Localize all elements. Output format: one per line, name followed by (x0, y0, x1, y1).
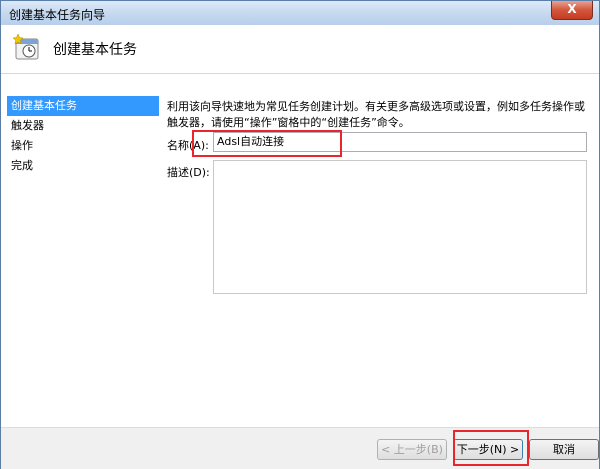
wizard-nav: 创建基本任务 触发器 操作 完成 (7, 96, 159, 176)
name-label: 名称(A): (167, 139, 209, 152)
cancel-button[interactable]: 取消 (529, 439, 599, 460)
nav-item-action[interactable]: 操作 (7, 136, 159, 156)
scheduled-task-wizard-icon (13, 33, 39, 60)
name-input[interactable]: Adsl自动连接 (213, 132, 587, 152)
close-button[interactable]: X (551, 1, 593, 20)
nav-item-trigger[interactable]: 触发器 (7, 116, 159, 136)
wizard-window: 创建基本任务向导 X 创建基本任务 创建基本任务 触发器 操作 完成 利用该向导… (0, 0, 600, 469)
wizard-description: 利用该向导快速地为常见任务创建计划。有关更多高级选项或设置，例如多任务操作或触发… (167, 100, 585, 129)
nav-item-finish[interactable]: 完成 (7, 156, 159, 176)
next-button[interactable]: 下一步(N) > (453, 439, 523, 460)
wizard-content: 创建基本任务 触发器 操作 完成 利用该向导快速地为常见任务创建计划。有关更多高… (1, 74, 599, 427)
window-title: 创建基本任务向导 (9, 8, 106, 22)
nav-item-create-basic-task[interactable]: 创建基本任务 (7, 96, 159, 116)
description-textarea[interactable] (213, 160, 587, 294)
title-bar[interactable]: 创建基本任务向导 X (1, 1, 599, 25)
description-label: 描述(D): (167, 166, 210, 179)
wizard-footer: < 上一步(B) 下一步(N) > 取消 (1, 427, 599, 469)
back-button[interactable]: < 上一步(B) (377, 439, 447, 460)
wizard-header: 创建基本任务 (1, 25, 599, 74)
wizard-title: 创建基本任务 (53, 42, 137, 58)
